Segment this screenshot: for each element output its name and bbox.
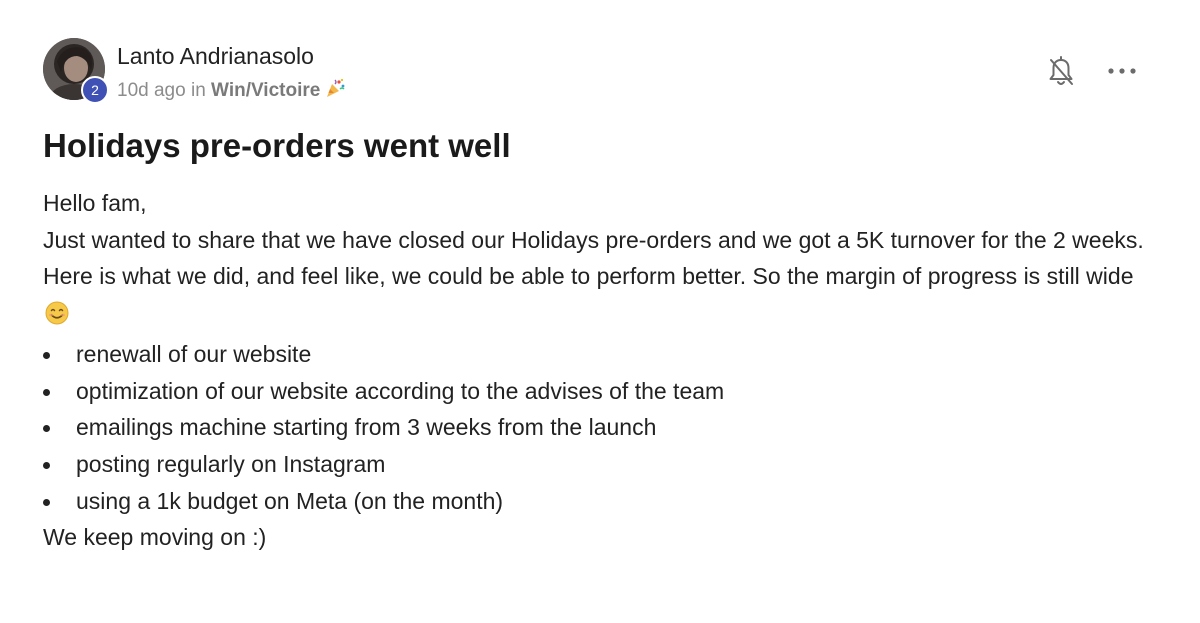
post-time: 10d ago bbox=[117, 80, 186, 101]
list-item: optimization of our website according to… bbox=[43, 373, 1153, 410]
list-item-text: emailings machine starting from 3 weeks … bbox=[76, 414, 657, 441]
post-body: Hello fam, Just wanted to share that we … bbox=[43, 185, 1153, 556]
list-item-text: optimization of our website according to… bbox=[76, 377, 725, 404]
post-bullet-list: renewall of our website optimization of … bbox=[43, 336, 1153, 520]
list-item: using a 1k budget on Meta (on the month) bbox=[43, 483, 1153, 520]
meta-in-text: in bbox=[190, 80, 206, 101]
level-badge: 2 bbox=[81, 76, 109, 104]
bullet-icon bbox=[43, 498, 50, 506]
more-options-button[interactable] bbox=[1105, 60, 1139, 82]
list-item: emailings machine starting from 3 weeks … bbox=[43, 409, 1153, 446]
category-link[interactable]: Win/Victoire bbox=[211, 80, 320, 101]
list-item-text: using a 1k budget on Meta (on the month) bbox=[76, 487, 504, 514]
post-paragraph-1: Just wanted to share that we have closed… bbox=[43, 226, 1144, 253]
bullet-icon bbox=[43, 351, 50, 359]
party-popper-icon bbox=[324, 77, 346, 106]
list-item: posting regularly on Instagram bbox=[43, 446, 1153, 483]
bullet-icon bbox=[43, 388, 50, 396]
list-item: renewall of our website bbox=[43, 336, 1153, 373]
bullet-icon bbox=[43, 425, 50, 433]
post-card: 2 Lanto Andrianasolo 10d ago in Win/Vict… bbox=[0, 0, 1200, 623]
post-closing: We keep moving on :) bbox=[43, 524, 267, 551]
post-meta: 10d ago in Win/Victoire bbox=[117, 77, 346, 106]
post-paragraph-2-text: Here is what we did, and feel like, we c… bbox=[43, 263, 1134, 290]
smiling-face-icon bbox=[45, 299, 69, 336]
more-horizontal-icon bbox=[1105, 68, 1139, 86]
post-greeting: Hello fam, bbox=[43, 190, 147, 216]
bullet-icon bbox=[43, 461, 50, 469]
list-item-text: posting regularly on Instagram bbox=[76, 450, 386, 477]
post-title: Holidays pre-orders went well bbox=[43, 127, 511, 164]
notifications-off-button[interactable] bbox=[1046, 56, 1076, 88]
post-paragraph-2: Here is what we did, and feel like, we c… bbox=[43, 258, 1153, 335]
author-name[interactable]: Lanto Andrianasolo bbox=[117, 42, 314, 70]
list-item-text: renewall of our website bbox=[76, 340, 312, 367]
bell-off-icon bbox=[1046, 56, 1076, 92]
